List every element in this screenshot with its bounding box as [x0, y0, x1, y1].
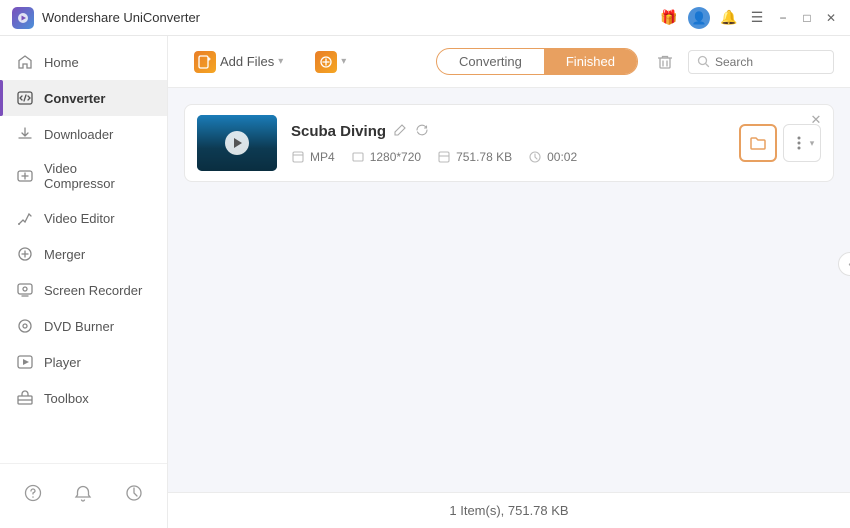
file-thumbnail[interactable]	[197, 115, 277, 171]
sidebar-item-toolbox[interactable]: Toolbox	[0, 380, 167, 416]
video-editor-icon	[16, 209, 34, 227]
add-files-label: Add Files	[220, 54, 274, 69]
home-icon	[16, 53, 34, 71]
add-files-button[interactable]: Add Files ▾	[184, 45, 293, 79]
sidebar-item-player-label: Player	[44, 355, 81, 370]
toolbar-actions	[650, 47, 834, 77]
sidebar-item-converter[interactable]: Converter	[0, 80, 167, 116]
downloader-icon	[16, 125, 34, 143]
status-text: 1 Item(s), 751.78 KB	[449, 503, 568, 518]
sidebar-item-home-label: Home	[44, 55, 79, 70]
player-icon	[16, 353, 34, 371]
sidebar-item-player[interactable]: Player	[0, 344, 167, 380]
format-icon	[291, 150, 305, 164]
screen-recorder-icon	[16, 281, 34, 299]
sidebar-item-video-compressor-label: Video Compressor	[44, 161, 151, 191]
open-folder-button[interactable]	[739, 124, 777, 162]
size-icon	[437, 150, 451, 164]
notification-icon-button[interactable]	[66, 476, 100, 510]
help-icon-button[interactable]	[16, 476, 50, 510]
sidebar-item-toolbox-label: Toolbox	[44, 391, 89, 406]
file-size: 751.78 KB	[456, 150, 512, 164]
play-button[interactable]	[225, 131, 249, 155]
menu-icon[interactable]: ☰	[748, 9, 766, 27]
sidebar-bottom	[0, 463, 167, 520]
sidebar-item-downloader[interactable]: Downloader	[0, 116, 167, 152]
sidebar-item-video-editor-label: Video Editor	[44, 211, 115, 226]
converter-icon	[16, 89, 34, 107]
file-resolution-item: 1280*720	[351, 150, 421, 164]
file-name: Scuba Diving	[291, 123, 386, 140]
search-box	[688, 50, 834, 74]
sidebar: Home Converter Downloader Video Compress…	[0, 36, 168, 528]
tab-converting[interactable]: Converting	[437, 49, 544, 74]
refresh-icon[interactable]	[415, 123, 429, 140]
bell-icon[interactable]: 🔔	[720, 9, 738, 27]
close-file-button[interactable]: ✕	[807, 111, 825, 129]
sidebar-item-merger-label: Merger	[44, 247, 85, 262]
add-files-chevron-icon: ▾	[278, 56, 283, 67]
file-area: Scuba Diving MP4	[168, 88, 850, 492]
file-duration-item: 00:02	[528, 150, 577, 164]
sidebar-item-converter-label: Converter	[44, 91, 105, 106]
video-compressor-icon	[16, 167, 34, 185]
file-resolution: 1280*720	[370, 150, 421, 164]
file-actions: ▾	[739, 124, 821, 162]
app-title: Wondershare UniConverter	[42, 10, 660, 25]
app-body: Home Converter Downloader Video Compress…	[0, 36, 850, 528]
toolbar: Add Files ▾ ▾ Converting Finished	[168, 36, 850, 88]
search-icon	[697, 55, 710, 68]
close-button[interactable]: ✕	[824, 11, 838, 25]
delete-icon-button[interactable]	[650, 47, 680, 77]
sidebar-item-dvd-burner[interactable]: DVD Burner	[0, 308, 167, 344]
file-duration: 00:02	[547, 150, 577, 164]
file-format: MP4	[310, 150, 335, 164]
sidebar-item-video-editor[interactable]: Video Editor	[0, 200, 167, 236]
sidebar-item-downloader-label: Downloader	[44, 127, 113, 142]
sidebar-bottom-row	[0, 472, 167, 514]
search-input[interactable]	[715, 55, 825, 69]
duration-icon	[528, 150, 542, 164]
tab-group: Converting Finished	[436, 48, 638, 75]
add-media-button[interactable]: ▾	[305, 45, 356, 79]
file-size-item: 751.78 KB	[437, 150, 512, 164]
main-content: Add Files ▾ ▾ Converting Finished	[168, 36, 850, 528]
gift-icon[interactable]: 🎁	[660, 9, 678, 27]
merger-icon	[16, 245, 34, 263]
more-options-button[interactable]: ▾	[783, 124, 821, 162]
file-info: Scuba Diving MP4	[291, 123, 725, 164]
file-meta: MP4 1280*720 751.78 KB	[291, 150, 725, 164]
resolution-icon	[351, 150, 365, 164]
user-avatar-icon[interactable]: 👤	[688, 7, 710, 29]
maximize-button[interactable]: □	[800, 11, 814, 25]
more-chevron-icon: ▾	[810, 138, 815, 149]
toolbox-icon	[16, 389, 34, 407]
sidebar-item-video-compressor[interactable]: Video Compressor	[0, 152, 167, 200]
window-controls: 🎁 👤 🔔 ☰ − □ ✕	[660, 7, 838, 29]
add-media-icon	[315, 51, 337, 73]
minimize-button[interactable]: −	[776, 11, 790, 25]
app-logo	[12, 7, 34, 29]
edit-filename-icon[interactable]	[394, 123, 407, 139]
status-bar: 1 Item(s), 751.78 KB	[168, 492, 850, 528]
titlebar: Wondershare UniConverter 🎁 👤 🔔 ☰ − □ ✕	[0, 0, 850, 36]
dvd-burner-icon	[16, 317, 34, 335]
add-files-icon	[194, 51, 216, 73]
file-card: Scuba Diving MP4	[184, 104, 834, 182]
sidebar-item-screen-recorder[interactable]: Screen Recorder	[0, 272, 167, 308]
file-name-row: Scuba Diving	[291, 123, 725, 140]
file-format-item: MP4	[291, 150, 335, 164]
add-media-chevron-icon: ▾	[341, 56, 346, 67]
tab-finished[interactable]: Finished	[544, 49, 637, 74]
sidebar-item-merger[interactable]: Merger	[0, 236, 167, 272]
sidebar-item-home[interactable]: Home	[0, 44, 167, 80]
sidebar-item-dvd-burner-label: DVD Burner	[44, 319, 114, 334]
feedback-icon-button[interactable]	[117, 476, 151, 510]
sidebar-item-screen-recorder-label: Screen Recorder	[44, 283, 142, 298]
